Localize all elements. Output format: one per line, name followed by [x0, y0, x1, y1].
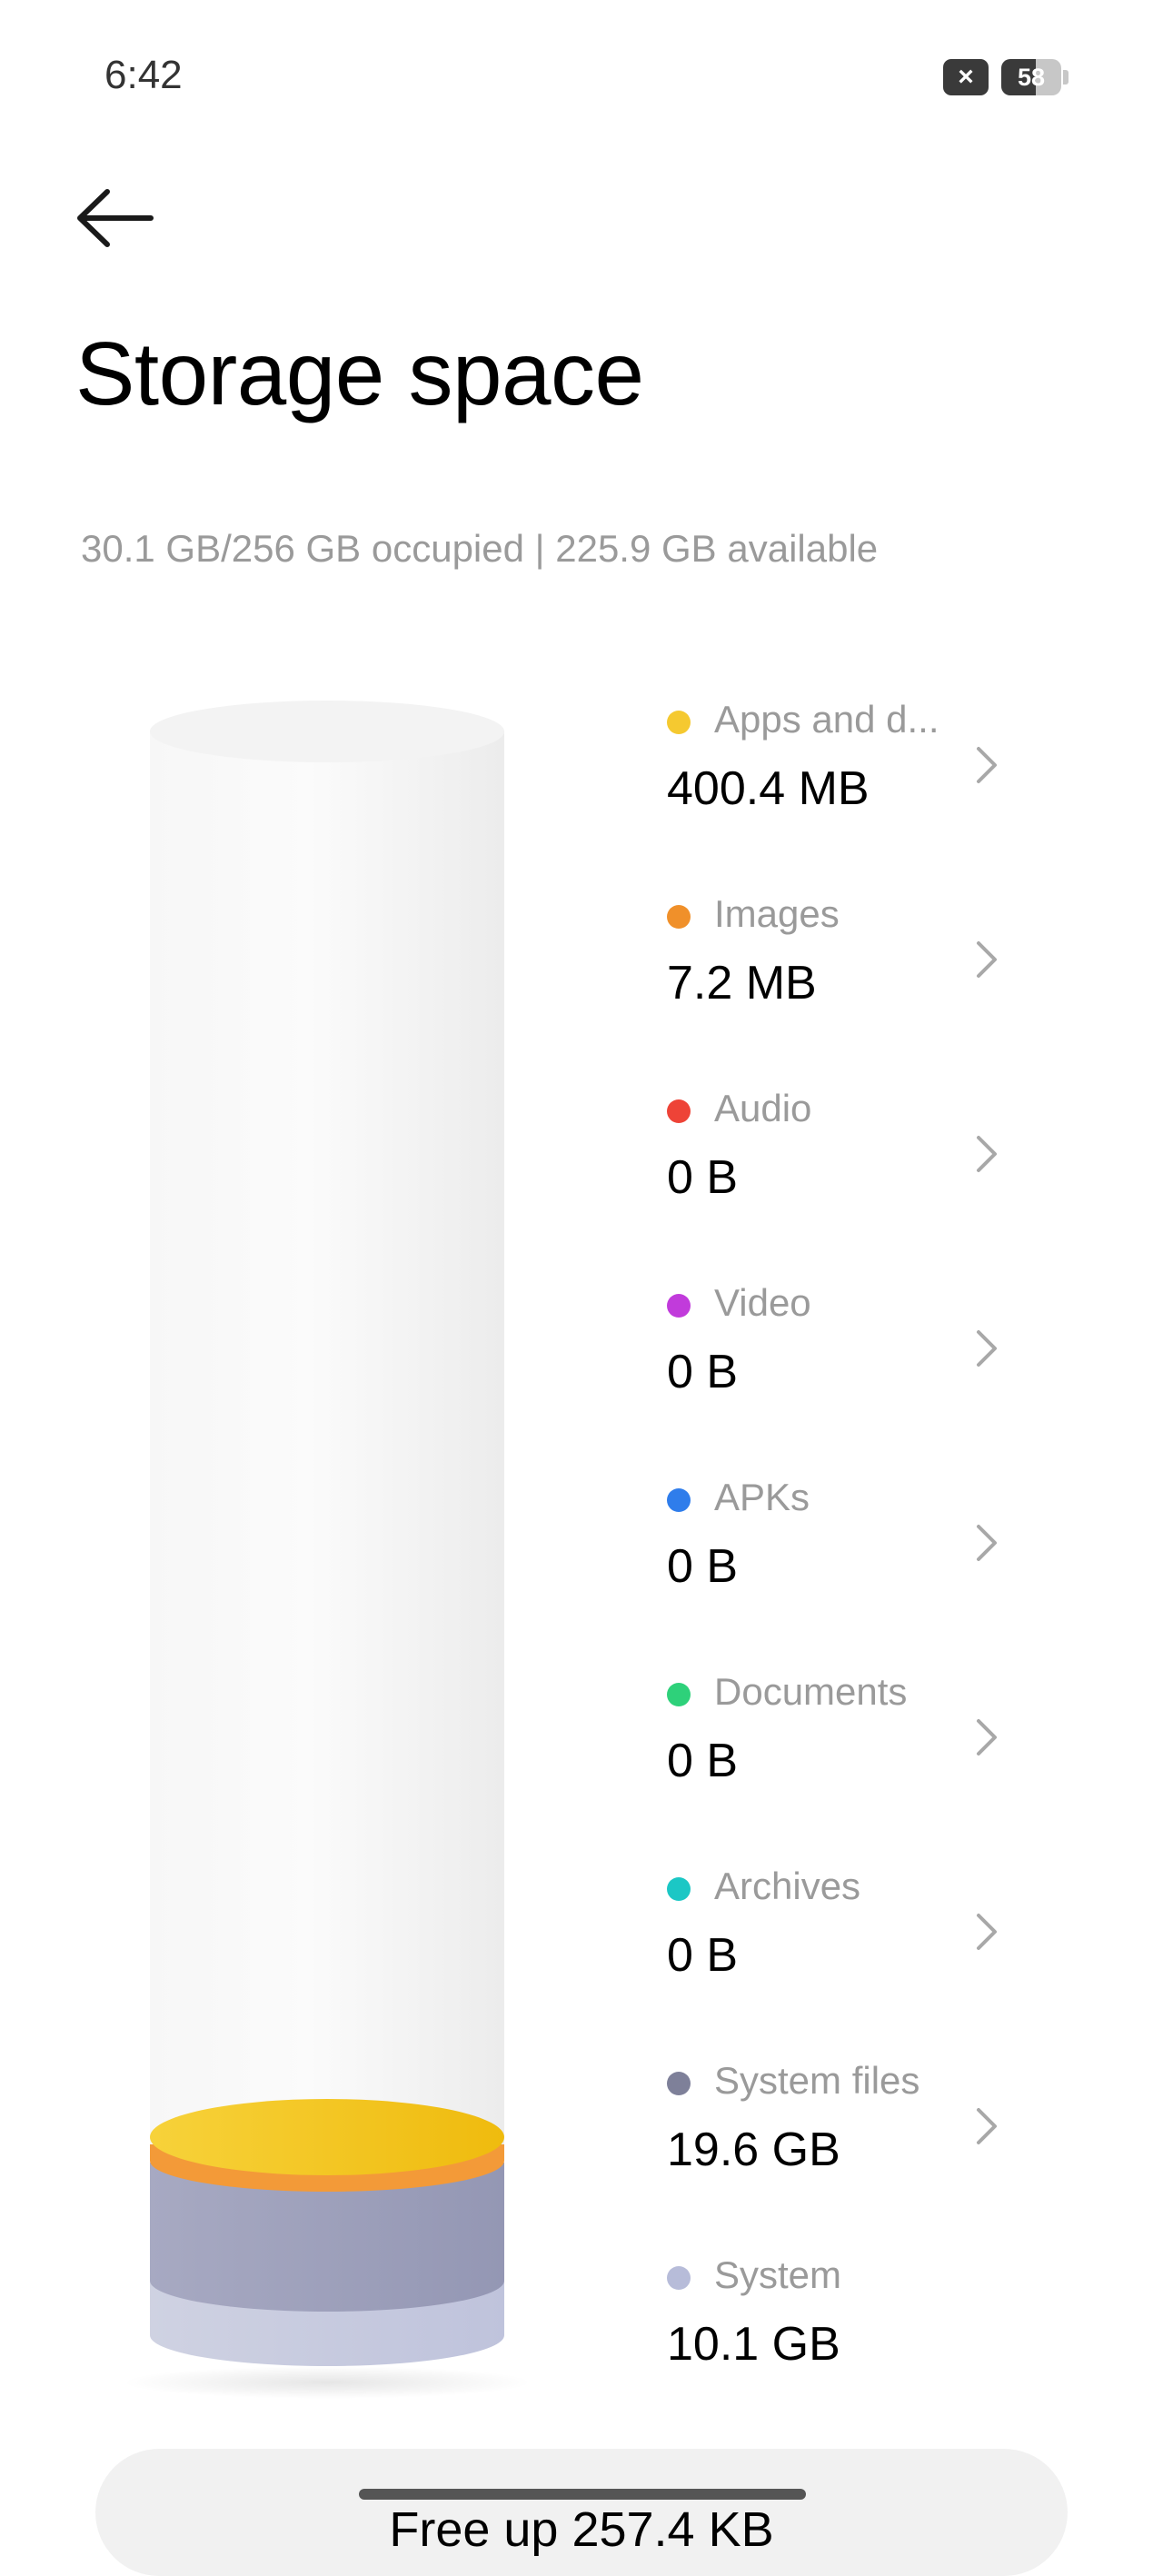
status-time: 6:42: [104, 53, 183, 97]
category-item[interactable]: Apps and d... 400.4 MB: [654, 691, 1036, 885]
storage-summary: 30.1 GB/256 GB occupied | 225.9 GB avail…: [81, 527, 879, 570]
category-name: Documents: [714, 1670, 908, 1713]
category-color-dot: [667, 1683, 691, 1706]
storage-cylinder-chart: [127, 701, 527, 2399]
category-name: APKs: [714, 1476, 810, 1518]
category-color-dot: [667, 1488, 691, 1512]
chevron-right-icon: [977, 747, 997, 783]
segment-apps-top: [150, 2099, 504, 2175]
free-up-label: Free up 257.4 KB: [389, 2502, 774, 2557]
category-item[interactable]: Images 7.2 MB: [654, 885, 1036, 1079]
category-item[interactable]: APKs 0 B: [654, 1468, 1036, 1663]
arrow-left-icon: [77, 189, 154, 247]
chevron-right-icon: [977, 2108, 997, 2144]
category-size: 0 B: [667, 1151, 739, 1204]
category-name: Images: [714, 892, 840, 935]
category-color-dot: [667, 1099, 691, 1123]
free-up-button[interactable]: Free up 257.4 KB: [95, 2449, 1068, 2576]
category-size: 10.1 GB: [667, 2318, 840, 2371]
storage-category-list: Apps and d... 400.4 MB Images 7.2 MB Audio 0 …: [654, 691, 1036, 2441]
cylinder-top-cap: [150, 701, 504, 762]
category-name: System files: [714, 2059, 920, 2102]
status-bar: 6:42 × 58: [0, 0, 1163, 154]
home-indicator[interactable]: [359, 2489, 806, 2500]
back-button[interactable]: [73, 177, 164, 259]
page-title: Storage space: [75, 323, 644, 423]
category-item[interactable]: Documents 0 B: [654, 1663, 1036, 1857]
chevron-right-icon: [977, 1719, 997, 1755]
notification-close-icon: ×: [943, 59, 989, 95]
category-name: Audio: [714, 1087, 812, 1129]
category-color-dot: [667, 1294, 691, 1318]
cylinder-shadow: [127, 2366, 527, 2399]
category-color-dot: [667, 2266, 691, 2290]
chevron-right-icon: [977, 1525, 997, 1561]
battery-icon: 58: [1001, 59, 1061, 95]
category-size: 0 B: [667, 1929, 739, 1982]
battery-tip: [1063, 70, 1069, 85]
chevron-right-icon: [977, 1330, 997, 1367]
category-color-dot: [667, 905, 691, 929]
category-item[interactable]: System files 19.6 GB: [654, 2052, 1036, 2246]
category-size: 400.4 MB: [667, 762, 870, 815]
category-size: 0 B: [667, 1735, 739, 1787]
chevron-right-icon: [977, 1136, 997, 1172]
cylinder-empty-body: [150, 731, 504, 2146]
category-size: 0 B: [667, 1346, 739, 1398]
category-name: Video: [714, 1281, 811, 1324]
category-color-dot: [667, 1877, 691, 1901]
category-item: System 10.1 GB: [654, 2246, 1036, 2441]
category-size: 7.2 MB: [667, 957, 817, 1010]
chevron-right-icon: [977, 941, 997, 978]
category-color-dot: [667, 2072, 691, 2095]
category-item[interactable]: Archives 0 B: [654, 1857, 1036, 2052]
category-name: System: [714, 2253, 842, 2296]
category-name: Archives: [714, 1865, 861, 1907]
category-item[interactable]: Audio 0 B: [654, 1079, 1036, 1274]
battery-level: 58: [1017, 64, 1046, 91]
category-name: Apps and d...: [714, 698, 939, 741]
chevron-right-icon: [977, 1914, 997, 1950]
category-color-dot: [667, 711, 691, 734]
category-size: 19.6 GB: [667, 2123, 840, 2176]
category-size: 0 B: [667, 1540, 739, 1593]
category-item[interactable]: Video 0 B: [654, 1274, 1036, 1468]
